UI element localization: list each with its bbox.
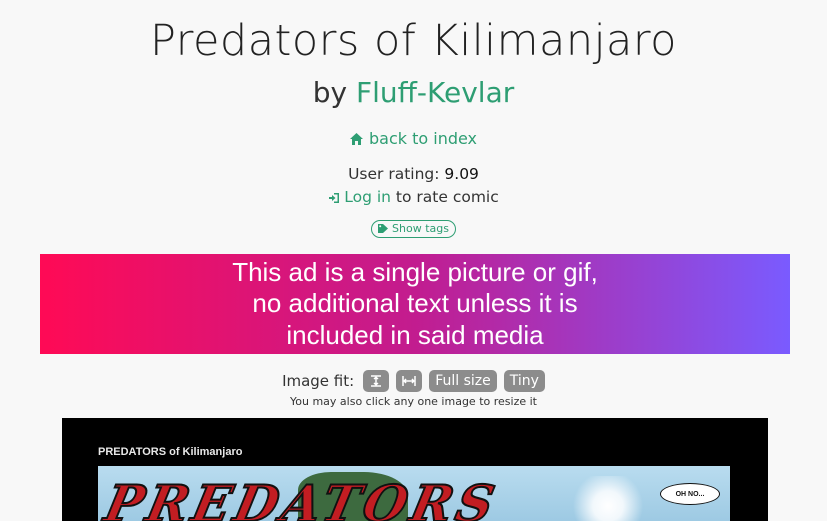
sign-in-icon xyxy=(329,193,340,203)
speech-bubble: OH NO... xyxy=(660,483,720,505)
ad-banner[interactable]: This ad is a single picture or gif, no a… xyxy=(40,254,790,354)
fit-height-button[interactable] xyxy=(363,370,390,392)
back-to-index-label: back to index xyxy=(368,129,478,148)
sun-illustration xyxy=(568,476,648,521)
comic-panel: PREDATORS OH NO... xyxy=(98,466,730,521)
comic-logo: PREDATORS xyxy=(99,473,505,521)
resize-hint: You may also click any one image to resi… xyxy=(290,395,537,408)
home-icon xyxy=(349,133,363,145)
image-fit-controls: Image fit: Full size Tiny xyxy=(0,370,827,392)
full-size-button[interactable]: Full size xyxy=(429,370,497,392)
byline: by Fluff-Kevlar xyxy=(0,75,827,111)
comic-title: Predators of Kilimanjaro xyxy=(150,16,677,66)
fit-height-icon xyxy=(371,375,382,387)
show-tags-button[interactable]: Show tags xyxy=(371,219,456,238)
login-link[interactable]: Log in xyxy=(344,188,391,206)
comic-page-image[interactable]: PREDATORS of Kilimanjaro PREDATORS OH NO… xyxy=(62,418,768,521)
ad-text: This ad is a single picture or gif, no a… xyxy=(232,256,598,350)
rating-label: User rating: xyxy=(348,165,440,183)
fit-width-icon xyxy=(402,376,416,386)
fit-width-button[interactable] xyxy=(396,370,423,392)
comic-caption: PREDATORS of Kilimanjaro xyxy=(98,446,243,458)
show-tags-label: Show tags xyxy=(392,221,449,235)
tag-icon xyxy=(378,224,389,233)
image-fit-label: Image fit: xyxy=(282,372,355,390)
tags-row: Show tags xyxy=(0,218,827,238)
rating-value: 9.09 xyxy=(444,165,479,183)
author-link[interactable]: Fluff-Kevlar xyxy=(356,76,514,109)
back-to-index-row: back to index xyxy=(0,128,827,151)
user-rating: User rating: 9.09 xyxy=(0,163,827,185)
login-suffix: to rate comic xyxy=(395,188,499,206)
back-to-index-link[interactable]: back to index xyxy=(349,128,478,150)
tiny-button[interactable]: Tiny xyxy=(503,370,545,392)
login-to-rate: Log in to rate comic xyxy=(0,186,827,208)
by-prefix: by xyxy=(312,76,348,109)
